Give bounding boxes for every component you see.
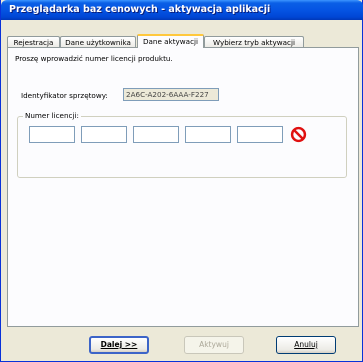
tab-user-data[interactable]: Dane użytkownika (60, 36, 136, 47)
tab-registration[interactable]: Rejestracja (7, 36, 60, 47)
next-button[interactable]: Dalej >> (89, 336, 149, 354)
hardware-id-field: 2A6C-A202-6AAA-F227 (123, 88, 219, 101)
license-field-4[interactable] (185, 126, 231, 143)
tab-activation-mode[interactable]: Wybierz tryb aktywacji (204, 36, 304, 47)
license-field-2[interactable] (81, 126, 127, 143)
activate-button[interactable]: Aktywuj (184, 336, 244, 354)
license-field-3[interactable] (133, 126, 179, 143)
tab-strip: Rejestracja Dane użytkownika Dane aktywa… (7, 34, 359, 48)
stop-icon (290, 126, 307, 143)
tab-activation-data[interactable]: Dane aktywacji (137, 34, 204, 48)
window-title: Przeglądarka baz cenowych - aktywacja ap… (9, 4, 271, 15)
activation-window: Przeglądarka baz cenowych - aktywacja ap… (0, 0, 363, 362)
cancel-button-label: Anuluj (294, 340, 318, 349)
hardware-id-label: Identyfikator sprzętowy: (21, 91, 108, 100)
license-number-label: Numer licencji: (23, 111, 81, 120)
activate-button-label: Aktywuj (199, 340, 229, 349)
cancel-button[interactable]: Anuluj (276, 336, 336, 354)
next-button-label: Dalej >> (100, 340, 138, 349)
license-field-5[interactable] (237, 126, 283, 143)
instruction-text: Proszę wprowadzić numer licencji produkt… (15, 54, 173, 63)
title-bar[interactable]: Przeglądarka baz cenowych - aktywacja ap… (1, 0, 363, 20)
license-field-1[interactable] (29, 126, 75, 143)
